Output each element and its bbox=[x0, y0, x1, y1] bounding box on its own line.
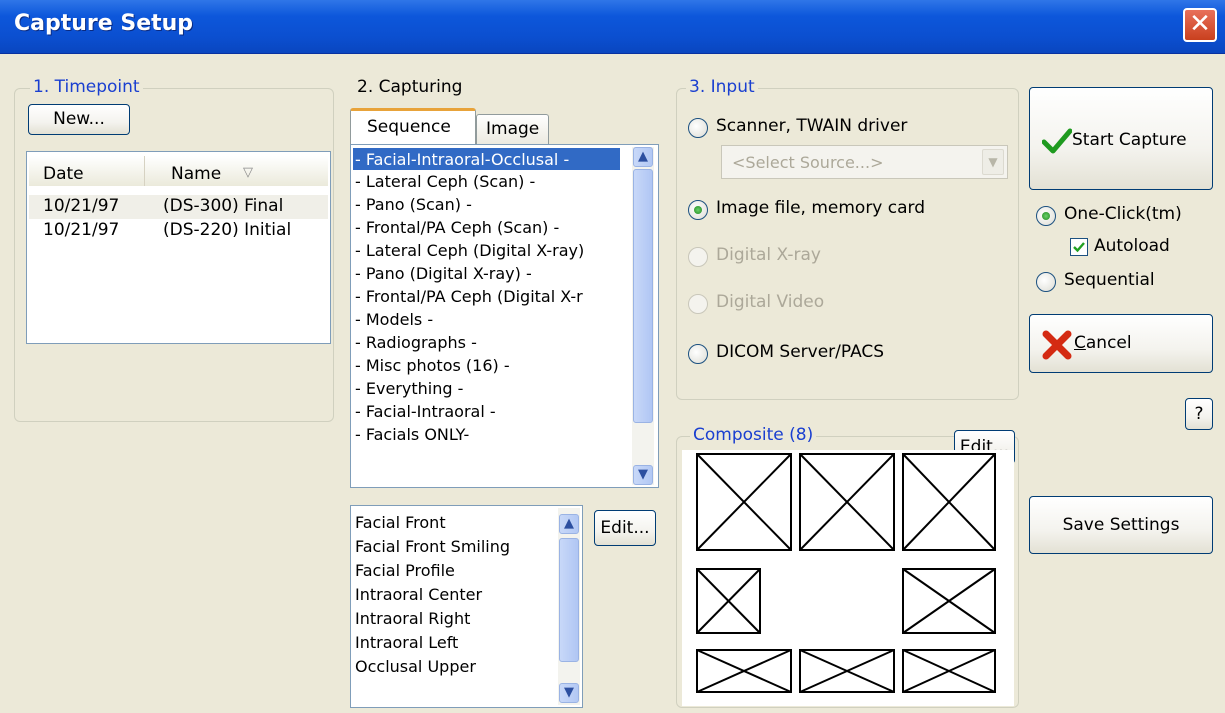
cancel-mnemonic: C bbox=[1074, 333, 1086, 353]
list-item[interactable]: Facial Front bbox=[355, 512, 446, 533]
sequence-scrollbar[interactable]: ▲ ▼ bbox=[632, 147, 654, 485]
cancel-label: Cancel bbox=[1074, 333, 1132, 353]
list-item[interactable]: - Facial-Intraoral-Occlusal - bbox=[355, 149, 569, 170]
start-capture-button[interactable]: Start Capture bbox=[1029, 87, 1213, 190]
list-item[interactable]: - Everything - bbox=[355, 378, 463, 399]
row-date: 10/21/97 bbox=[43, 220, 120, 240]
list-item[interactable]: Facial Profile bbox=[355, 560, 455, 581]
chevron-down-icon: ▼ bbox=[982, 149, 1004, 175]
scroll-thumb[interactable] bbox=[633, 169, 653, 423]
cancel-label-rest: ancel bbox=[1085, 333, 1132, 353]
name-header-label: Name bbox=[171, 164, 222, 184]
close-button[interactable]: ✕ bbox=[1183, 8, 1217, 42]
cancel-button[interactable]: Cancel bbox=[1029, 314, 1213, 373]
digital-video-radio bbox=[688, 294, 708, 314]
close-icon: ✕ bbox=[1189, 9, 1211, 39]
list-item[interactable]: Intraoral Center bbox=[355, 584, 482, 605]
row-date: 10/21/97 bbox=[43, 196, 120, 216]
date-header-label: Date bbox=[43, 164, 84, 184]
radio-selected-dot bbox=[1042, 212, 1050, 220]
list-item[interactable]: Intraoral Left bbox=[355, 632, 458, 653]
checkbox-check-icon bbox=[1073, 242, 1085, 253]
image-file-radio[interactable] bbox=[688, 200, 708, 220]
list-item[interactable]: Facial Front Smiling bbox=[355, 536, 510, 557]
list-item[interactable]: - Misc photos (16) - bbox=[355, 355, 510, 376]
scroll-up-icon[interactable]: ▲ bbox=[633, 147, 653, 167]
window-title: Capture Setup bbox=[14, 11, 194, 36]
list-item[interactable]: - Lateral Ceph (Digital X-ray) bbox=[355, 240, 584, 261]
composite-legend: Composite (8) bbox=[690, 425, 817, 445]
scroll-down-icon[interactable]: ▼ bbox=[633, 465, 653, 485]
image-file-label: Image file, memory card bbox=[716, 198, 926, 218]
tab-image[interactable]: Image bbox=[476, 114, 549, 144]
red-x-icon bbox=[1042, 330, 1072, 360]
source-select: <Select Source...> ▼ bbox=[721, 145, 1008, 179]
start-capture-label: Start Capture bbox=[1072, 130, 1187, 150]
source-select-value: <Select Source...> bbox=[732, 153, 884, 172]
timepoint-list[interactable]: Date Name ▽ 10/21/97 (DS-300) Final 10/2… bbox=[26, 151, 331, 344]
dicom-radio[interactable] bbox=[688, 344, 708, 364]
capturing-legend: 2. Capturing bbox=[354, 77, 466, 97]
list-item[interactable]: - Pano (Scan) - bbox=[355, 194, 472, 215]
tab-sequence-label: Sequence bbox=[367, 117, 451, 137]
list-item[interactable]: - Facial-Intraoral - bbox=[355, 401, 496, 422]
list-item[interactable]: - Models - bbox=[355, 309, 433, 330]
tab-image-label: Image bbox=[486, 119, 540, 139]
one-click-label: One-Click(tm) bbox=[1064, 204, 1182, 224]
sequential-label: Sequential bbox=[1064, 270, 1155, 290]
checkmark-icon bbox=[1042, 128, 1072, 154]
new-timepoint-button[interactable]: New... bbox=[28, 104, 130, 135]
input-legend: 3. Input bbox=[686, 77, 758, 97]
dicom-label: DICOM Server/PACS bbox=[716, 342, 885, 362]
list-item[interactable]: - Pano (Digital X-ray) - bbox=[355, 263, 532, 284]
tab-sequence[interactable]: Sequence bbox=[350, 108, 476, 144]
scanner-label: Scanner, TWAIN driver bbox=[716, 116, 908, 136]
edit-images-button[interactable]: Edit... bbox=[594, 510, 656, 546]
digital-xray-radio bbox=[688, 247, 708, 267]
table-row[interactable]: 10/21/97 (DS-300) Final bbox=[29, 195, 328, 219]
scroll-down-icon[interactable]: ▼ bbox=[559, 683, 579, 703]
autoload-label: Autoload bbox=[1094, 236, 1170, 256]
sort-icon: ▽ bbox=[243, 165, 253, 180]
title-bar: Capture Setup ✕ bbox=[0, 0, 1225, 54]
scroll-up-icon[interactable]: ▲ bbox=[559, 514, 579, 534]
composite-layout-svg bbox=[696, 453, 996, 693]
list-item[interactable]: Intraoral Right bbox=[355, 608, 470, 629]
column-header-name[interactable]: Name ▽ bbox=[145, 156, 328, 186]
autoload-checkbox[interactable] bbox=[1070, 238, 1088, 256]
list-item[interactable]: - Frontal/PA Ceph (Scan) - bbox=[355, 217, 559, 238]
digital-xray-label: Digital X-ray bbox=[716, 245, 821, 265]
table-row[interactable]: 10/21/97 (DS-220) Initial bbox=[29, 219, 328, 243]
one-click-radio[interactable] bbox=[1036, 206, 1056, 226]
row-name: (DS-300) Final bbox=[163, 196, 284, 216]
scroll-thumb[interactable] bbox=[559, 538, 579, 662]
help-button[interactable]: ? bbox=[1185, 398, 1213, 430]
list-item[interactable]: - Facials ONLY- bbox=[355, 424, 469, 445]
list-item[interactable]: - Radiographs - bbox=[355, 332, 477, 353]
scanner-radio[interactable] bbox=[688, 118, 708, 138]
row-name: (DS-220) Initial bbox=[163, 220, 292, 240]
radio-selected-dot bbox=[694, 206, 702, 214]
image-list-scrollbar[interactable]: ▲ ▼ bbox=[558, 508, 580, 705]
list-item[interactable]: Occlusal Upper bbox=[355, 656, 476, 677]
image-list[interactable]: Facial Front Facial Front Smiling Facial… bbox=[350, 505, 583, 708]
digital-video-label: Digital Video bbox=[716, 292, 825, 312]
save-settings-button[interactable]: Save Settings bbox=[1029, 496, 1213, 554]
column-header-date[interactable]: Date bbox=[29, 156, 145, 186]
sequence-list[interactable]: - Facial-Intraoral-Occlusal - - Lateral … bbox=[350, 144, 659, 488]
list-item[interactable]: - Lateral Ceph (Scan) - bbox=[355, 171, 535, 192]
sequential-radio[interactable] bbox=[1036, 272, 1056, 292]
list-item[interactable]: - Frontal/PA Ceph (Digital X-r bbox=[355, 286, 617, 307]
composite-preview bbox=[682, 450, 1014, 706]
timepoint-legend: 1. Timepoint bbox=[30, 77, 143, 97]
